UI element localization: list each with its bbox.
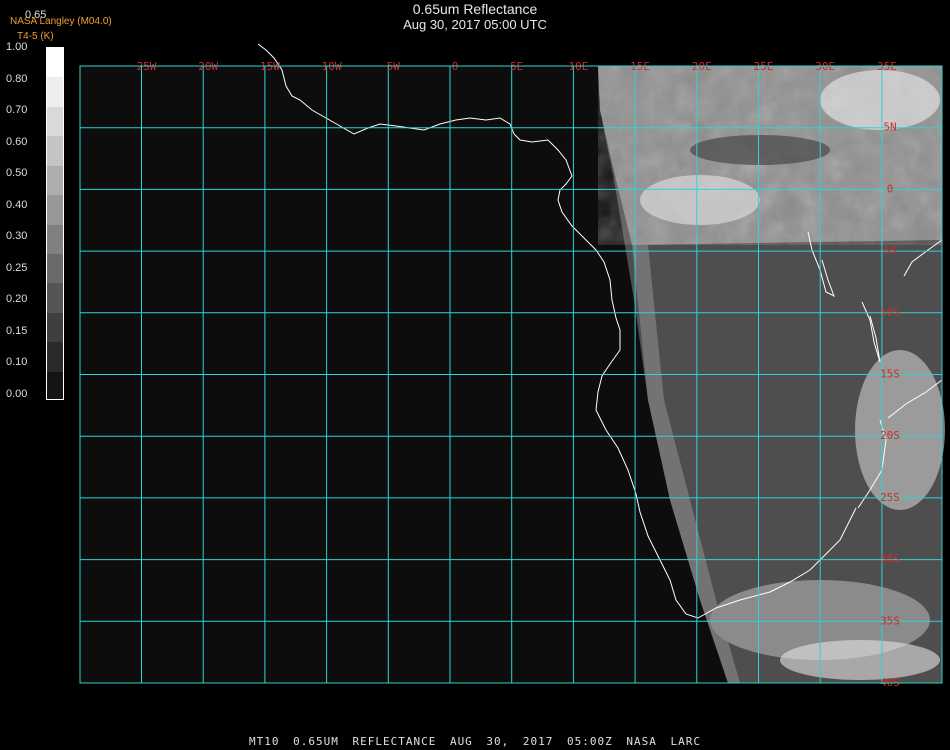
latitude-label: 10S: [880, 306, 900, 319]
latitude-label: 20S: [880, 429, 900, 442]
latitude-label: 15S: [880, 368, 900, 381]
footer-caption: MT10 0.65UM REFLECTANCE AUG 30, 2017 05:…: [249, 735, 701, 748]
latitude-label: 25S: [880, 491, 900, 504]
satellite-map: 25W 20W 15W 10W 5W 0 5E 10E 15E 20E 25E 30E 35E5N05S…: [79, 43, 945, 689]
latitude-label: 35S: [880, 614, 900, 627]
latitude-label: 5N: [883, 121, 896, 134]
latitude-label: 30S: [880, 553, 900, 566]
latitude-label: 0: [887, 182, 894, 195]
latitude-label: 5S: [883, 244, 896, 257]
